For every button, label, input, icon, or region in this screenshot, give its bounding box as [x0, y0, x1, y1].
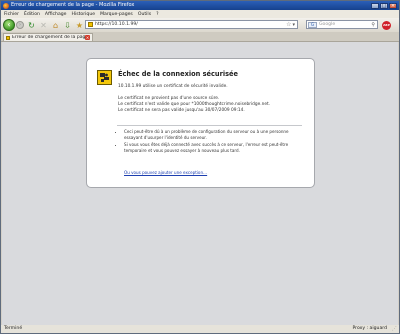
stop-icon[interactable]: ✕ [39, 21, 48, 30]
tab-bar: Erreur de chargement de la page × [1, 32, 399, 42]
minimize-button[interactable]: _ [371, 2, 379, 9]
status-text: Terminé [4, 326, 23, 331]
menu-historique[interactable]: Historique [72, 12, 96, 17]
explanation-item: Si vous vous êtes déjà connecté avec suc… [124, 142, 304, 153]
error-explanations: Ceci peut-être dû à un problème de confi… [118, 129, 304, 155]
site-warning-icon [88, 22, 93, 27]
error-intro: 10.10.1.99 utilise un certificat de sécu… [118, 84, 228, 89]
url-input[interactable]: https://10.10.1.99/ [95, 22, 286, 27]
adblock-icon[interactable]: ABP [382, 21, 391, 30]
explanation-item: Ceci peut-être dû à un problème de confi… [124, 129, 304, 140]
menu-bar: Fichier Édition Affichage Historique Mar… [1, 10, 399, 18]
navigation-toolbar: ‹ › ↻ ✕ ⌂ ⇩ ★ https://10.10.1.99/ ☆ ▾ G … [1, 18, 399, 33]
tab-label: Erreur de chargement de la page [12, 35, 85, 40]
error-panel: Échec de la connexion sécurisée 10.10.1.… [86, 58, 315, 188]
detail-line: Le certificat ne sera pas valide jusqu'a… [118, 108, 245, 113]
firefox-logo-icon [3, 2, 9, 9]
back-button[interactable]: ‹ [3, 19, 15, 31]
close-tab-icon[interactable]: × [85, 35, 90, 40]
menu-marque-pages[interactable]: Marque-pages [100, 12, 133, 17]
search-bar[interactable]: G Google ⚲ [306, 20, 378, 29]
close-window-button[interactable]: × [389, 2, 397, 9]
bookmark-star-icon[interactable]: ☆ [286, 21, 291, 28]
bookmark-add-icon[interactable]: ★ [75, 21, 84, 30]
menu-affichage[interactable]: Affichage [45, 12, 67, 17]
certificate-details: Le certificat ne provient pas d'une sour… [118, 96, 270, 114]
window-title: Erreur de chargement de la page - Mozill… [11, 2, 135, 8]
menu-outils[interactable]: Outils [138, 12, 151, 17]
page-content: Échec de la connexion sécurisée 10.10.1.… [2, 42, 398, 325]
search-engine-icon[interactable]: G [308, 21, 317, 28]
menu-fichier[interactable]: Fichier [4, 12, 19, 17]
tab-error-page[interactable]: Erreur de chargement de la page × [3, 33, 93, 41]
divider [117, 125, 302, 126]
certificate-error-icon [97, 70, 112, 85]
search-input[interactable]: Google [319, 22, 371, 27]
proxy-status: Proxy : aiguard [352, 326, 387, 331]
address-bar[interactable]: https://10.10.1.99/ ☆ ▾ [85, 20, 298, 29]
search-icon[interactable]: ⚲ [371, 22, 375, 28]
error-title: Échec de la connexion sécurisée [118, 70, 238, 78]
tab-warning-icon [6, 35, 10, 40]
maximize-button[interactable]: □ [380, 2, 388, 9]
add-exception-link[interactable]: Ou vous pouvez ajouter une exception… [124, 170, 207, 175]
reload-icon[interactable]: ↻ [27, 21, 36, 30]
browser-window: Erreur de chargement de la page - Mozill… [0, 0, 400, 334]
chevron-down-icon[interactable]: ▾ [292, 22, 295, 28]
resize-grip-icon[interactable]: ⋰ [392, 326, 397, 332]
menu-edition[interactable]: Édition [24, 12, 40, 17]
forward-button[interactable]: › [16, 21, 24, 29]
home-icon[interactable]: ⌂ [51, 21, 60, 30]
menu-aide[interactable]: ? [156, 12, 158, 17]
title-bar: Erreur de chargement de la page - Mozill… [1, 1, 399, 10]
window-controls: _ □ × [371, 2, 397, 9]
download-icon[interactable]: ⇩ [63, 21, 72, 30]
status-bar: Terminé Proxy : aiguard ⋰ [1, 325, 399, 333]
